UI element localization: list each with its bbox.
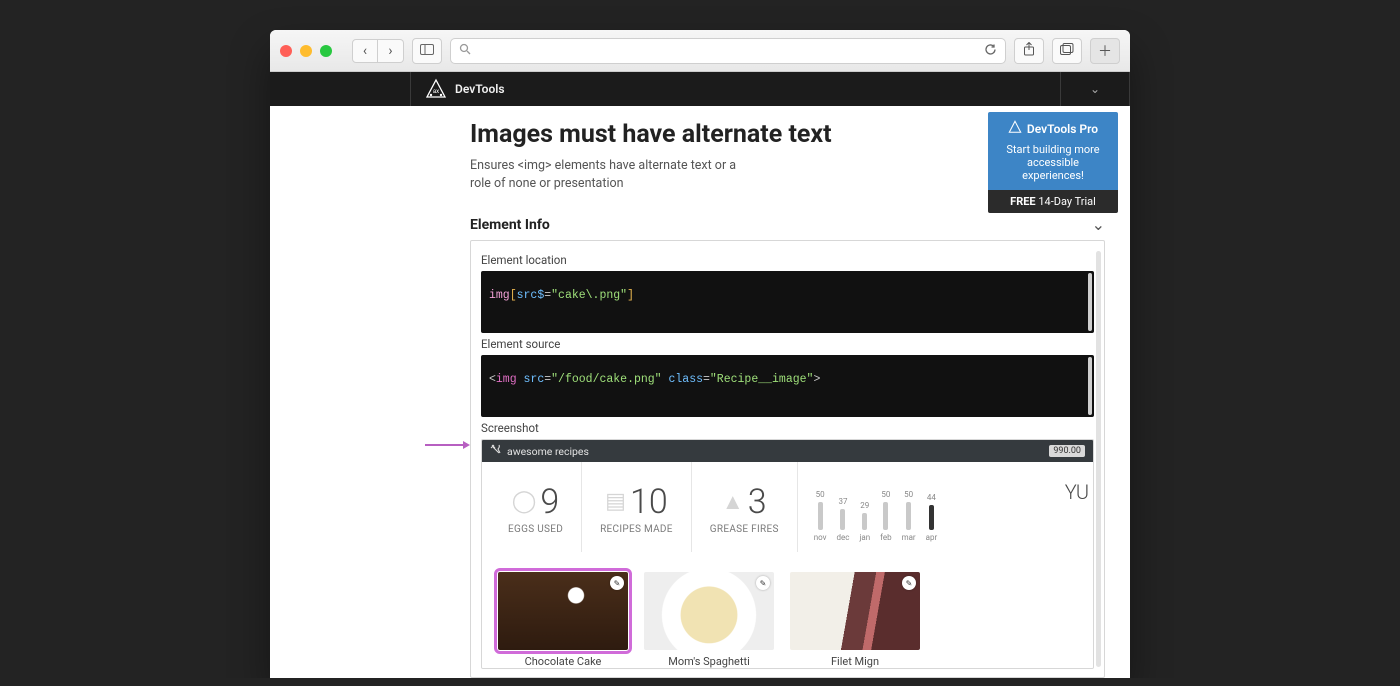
edit-icon[interactable]: ✎ xyxy=(610,576,624,590)
promo-title-row: DevTools Pro xyxy=(996,120,1110,137)
plus-icon: ＋ xyxy=(1098,41,1112,61)
element-info-header[interactable]: Element Info ⌄ xyxy=(470,215,1105,234)
recipe-name: Chocolate Cake xyxy=(498,655,628,668)
panel-scrollbar[interactable] xyxy=(1096,251,1101,667)
app-header: ax DevTools ⌄ xyxy=(270,72,1130,106)
promo-title: DevTools Pro xyxy=(1027,122,1098,136)
chevron-down-icon: ⌄ xyxy=(1092,215,1105,234)
spark-bar: 50feb xyxy=(880,490,891,542)
spark-bar: 50nov xyxy=(814,490,827,542)
search-icon xyxy=(459,43,471,58)
recipe-card[interactable]: ✎ Mom's Spaghetti xyxy=(644,572,774,668)
page-content: DevTools Pro Start building more accessi… xyxy=(270,106,1130,678)
sparkline-chart: 50nov 37dec 29jan 50feb 50mar 44apr YU xyxy=(798,462,1093,552)
nav-back-forward: ‹ › xyxy=(352,39,404,63)
stat-value: 3 xyxy=(748,482,767,522)
edit-icon[interactable]: ✎ xyxy=(902,576,916,590)
document-icon: ▤ xyxy=(605,489,626,514)
inner-app-header: awesome recipes 990.00 xyxy=(482,440,1093,462)
recipe-name: Filet Mign xyxy=(790,655,920,668)
egg-icon: ◯ xyxy=(512,489,537,514)
spark-bar: 29jan xyxy=(859,501,870,542)
reload-icon[interactable] xyxy=(984,43,997,59)
chevron-left-icon: ‹ xyxy=(363,43,367,59)
recipe-name: Mom's Spaghetti xyxy=(644,655,774,668)
code-scrollbar[interactable] xyxy=(1088,357,1092,415)
window-controls xyxy=(280,45,332,57)
promo-line2: accessible experiences! xyxy=(996,156,1110,182)
minimize-window-button[interactable] xyxy=(300,45,312,57)
annotation-arrow-icon xyxy=(425,435,470,445)
recipe-card[interactable]: ✎ Filet Mign xyxy=(790,572,920,668)
svg-text:ax: ax xyxy=(433,88,439,95)
recipe-thumbnail[interactable]: ✎ xyxy=(790,572,920,650)
promo-cta-prefix: FREE xyxy=(1010,195,1035,208)
axe-logo-icon xyxy=(1008,120,1022,137)
stat-value: 10 xyxy=(630,482,668,522)
stat-fires: ▲3 GREASE FIRES xyxy=(692,462,798,552)
viewport-dimension-badge: 990.00 xyxy=(1049,445,1085,457)
toolbar-right-buttons: ＋ xyxy=(1014,38,1120,64)
promo-cta-rest: 14-Day Trial xyxy=(1036,195,1096,208)
element-source-code[interactable]: <img src="/food/cake.png" class="Recipe_… xyxy=(481,355,1094,417)
promo-cta[interactable]: FREE 14-Day Trial xyxy=(988,190,1118,213)
stat-label: RECIPES MADE xyxy=(600,524,673,535)
utensils-icon xyxy=(490,444,501,458)
stat-recipes: ▤10 RECIPES MADE xyxy=(582,462,692,552)
spark-bar: 44apr xyxy=(926,493,938,542)
element-screenshot: awesome recipes 990.00 ◯9 EGGS USED ▤10 … xyxy=(481,439,1094,669)
element-location-label: Element location xyxy=(481,253,1094,267)
promo-card[interactable]: DevTools Pro Start building more accessi… xyxy=(988,112,1118,213)
browser-window: ‹ › xyxy=(270,30,1130,678)
code-scrollbar[interactable] xyxy=(1088,273,1092,331)
axe-logo-icon: ax xyxy=(425,78,447,100)
forward-button[interactable]: › xyxy=(378,39,404,63)
share-button[interactable] xyxy=(1014,38,1044,64)
chevron-right-icon: › xyxy=(388,43,392,59)
element-source-label: Element source xyxy=(481,337,1094,351)
stats-row: ◯9 EGGS USED ▤10 RECIPES MADE ▲3 GREASE … xyxy=(482,462,1093,552)
stat-label: EGGS USED xyxy=(508,524,563,535)
inner-app-title: awesome recipes xyxy=(507,445,589,458)
recipe-card[interactable]: ✎ Chocolate Cake xyxy=(498,572,628,668)
rule-description: Ensures <img> elements have alternate te… xyxy=(470,157,760,193)
sidebar-icon xyxy=(420,43,434,59)
app-brand[interactable]: ax DevTools xyxy=(410,72,505,106)
address-bar[interactable] xyxy=(450,38,1006,64)
browser-titlebar: ‹ › xyxy=(270,30,1130,72)
spark-bar: 37dec xyxy=(837,497,850,542)
header-dropdown[interactable]: ⌄ xyxy=(1060,72,1130,106)
section-title: Element Info xyxy=(470,217,550,233)
recipe-thumbnail[interactable]: ✎ xyxy=(498,572,628,650)
chevron-down-icon: ⌄ xyxy=(1090,82,1100,96)
sidebar-toggle-button[interactable] xyxy=(412,38,442,64)
screenshot-label: Screenshot xyxy=(481,421,1094,435)
stat-value: 9 xyxy=(540,482,559,522)
promo-top: DevTools Pro Start building more accessi… xyxy=(988,112,1118,190)
stat-eggs: ◯9 EGGS USED xyxy=(482,462,582,552)
element-location-code[interactable]: img[src$="cake\.png"] xyxy=(481,271,1094,333)
tabs-icon xyxy=(1060,43,1074,59)
element-info-panel: Element location img[src$="cake\.png"] E… xyxy=(470,240,1105,678)
close-window-button[interactable] xyxy=(280,45,292,57)
share-icon xyxy=(1023,42,1035,60)
spark-side-label: YU xyxy=(1065,480,1089,504)
edit-icon[interactable]: ✎ xyxy=(756,576,770,590)
flame-icon: ▲ xyxy=(722,489,744,515)
stat-label: GREASE FIRES xyxy=(710,524,779,535)
promo-line1: Start building more xyxy=(996,143,1110,156)
recipe-thumbnail[interactable]: ✎ xyxy=(644,572,774,650)
zoom-window-button[interactable] xyxy=(320,45,332,57)
back-button[interactable]: ‹ xyxy=(352,39,378,63)
recipe-cards: ✎ Chocolate Cake ✎ Mom's Spaghetti ✎ Filet Mi… xyxy=(482,552,1093,668)
tabs-button[interactable] xyxy=(1052,38,1082,64)
spark-bar: 50mar xyxy=(902,490,916,542)
app-title: DevTools xyxy=(455,82,505,96)
new-tab-button[interactable]: ＋ xyxy=(1090,38,1120,64)
